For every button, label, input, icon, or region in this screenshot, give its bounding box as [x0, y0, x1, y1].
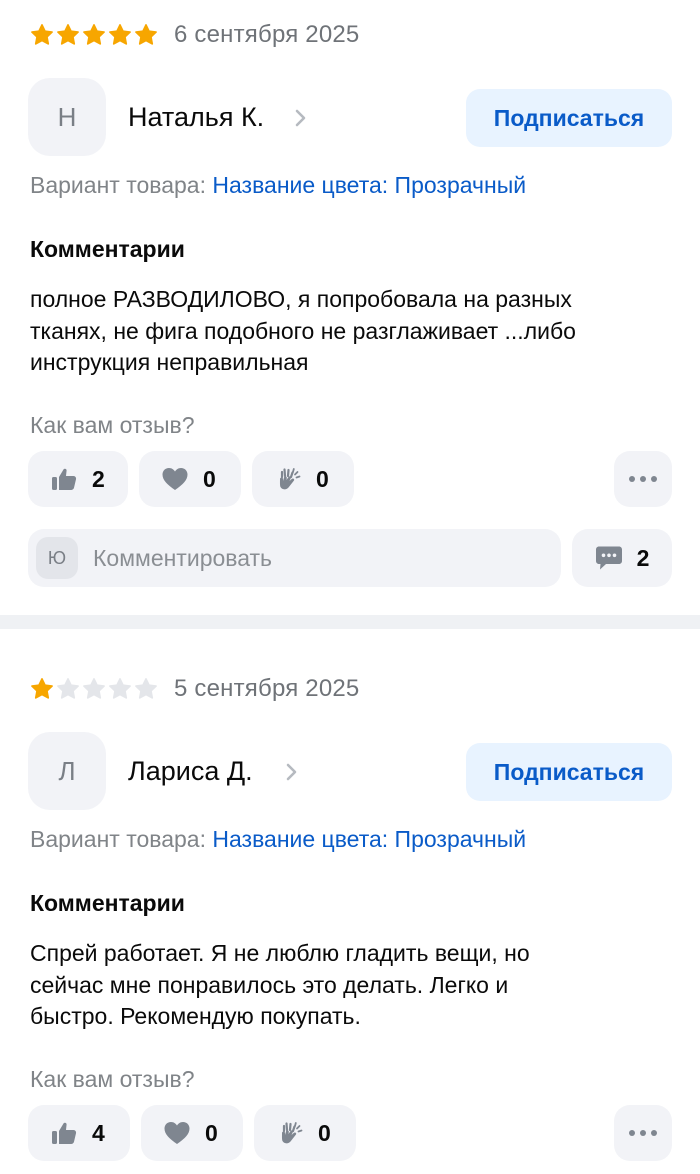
feedback-question: Как вам отзыв? — [30, 412, 195, 438]
more-button[interactable] — [614, 1105, 672, 1161]
rating-row: 6 сентября 2025 — [30, 20, 359, 50]
comment-placeholder: Комментировать — [93, 544, 273, 571]
author-row: Н Наталья К. Подписаться — [28, 78, 672, 158]
heart-button[interactable]: 0 — [141, 1105, 243, 1161]
user-avatar: Ю — [36, 537, 78, 579]
author-name[interactable]: Лариса Д. — [128, 756, 253, 787]
star-filled-icon — [31, 678, 53, 699]
like-button[interactable]: 4 — [28, 1105, 130, 1161]
review-text-line: полное РАЗВОДИЛОВО, я попробовала на раз… — [30, 286, 572, 312]
chevron-right-icon[interactable] — [284, 760, 300, 784]
review-text: Спрей работает. Я не люблю гладить вещи,… — [30, 938, 670, 1033]
clap-icon — [281, 1122, 303, 1144]
star-empty-icon — [109, 678, 131, 699]
clap-icon — [279, 468, 301, 490]
avatar[interactable]: Н — [28, 78, 106, 156]
star-empty-icon — [57, 678, 79, 699]
clap-button[interactable]: 0 — [252, 451, 354, 507]
heart-count: 0 — [203, 465, 216, 492]
variant-label: Вариант товара: — [30, 826, 206, 852]
clap-button[interactable]: 0 — [254, 1105, 356, 1161]
heart-button[interactable]: 0 — [139, 451, 241, 507]
rating-row: 5 сентября 2025 — [30, 674, 359, 704]
comment-row: Ю Комментировать 2 — [28, 529, 672, 587]
comment-title: Комментарии — [30, 890, 185, 916]
author-row: Л Лариса Д. Подписаться — [28, 732, 672, 812]
section-divider — [0, 615, 700, 629]
clap-count: 0 — [318, 1119, 331, 1146]
author-name[interactable]: Наталья К. — [128, 102, 264, 133]
star-rating — [30, 677, 158, 701]
chat-bubble-icon — [595, 546, 622, 570]
comments-button[interactable]: 2 — [572, 529, 672, 587]
star-filled-icon — [83, 24, 105, 45]
more-horizontal-icon — [629, 1130, 657, 1136]
review-date: 5 сентября 2025 — [174, 675, 360, 702]
like-count: 4 — [92, 1119, 105, 1146]
like-count: 2 — [92, 465, 105, 492]
more-button[interactable] — [614, 451, 672, 507]
feedback-question: Как вам отзыв? — [30, 1066, 195, 1092]
review-text-line: тканях, не фига подобного не разглаживае… — [30, 317, 576, 344]
avatar[interactable]: Л — [28, 732, 106, 810]
chevron-right-icon[interactable] — [293, 106, 309, 130]
clap-count: 0 — [316, 465, 329, 492]
subscribe-button[interactable]: Подписаться — [466, 743, 672, 801]
star-filled-icon — [109, 24, 131, 45]
variant-value[interactable]: Название цвета: Прозрачный — [212, 172, 526, 198]
reactions-bar: 4 0 0 — [28, 1105, 672, 1161]
star-filled-icon — [31, 24, 53, 45]
comment-title: Комментарии — [30, 236, 185, 262]
like-button[interactable]: 2 — [28, 451, 128, 507]
review-date: 6 сентября 2025 — [174, 21, 360, 48]
subscribe-button[interactable]: Подписаться — [466, 89, 672, 147]
thumbs-up-icon — [52, 468, 77, 490]
review-text-line: сейчас мне понравилось это делать. Легко… — [30, 971, 509, 998]
thumbs-up-icon — [52, 1122, 77, 1144]
product-variant: Вариант товара: Название цвета: Прозрачн… — [30, 172, 526, 199]
review-text-line: инструкция неправильная — [30, 349, 309, 375]
variant-label: Вариант товара: — [30, 172, 206, 198]
star-filled-icon — [135, 24, 157, 45]
review-text-line: быстро. Рекомендую покупать. — [30, 1003, 361, 1029]
star-empty-icon — [135, 678, 157, 699]
star-filled-icon — [57, 24, 79, 45]
heart-icon — [162, 468, 188, 490]
review-text-line: Спрей работает. Я не люблю гладить вещи,… — [30, 940, 530, 966]
heart-count: 0 — [205, 1119, 218, 1146]
star-rating — [30, 23, 158, 47]
reactions-bar: 2 0 0 — [28, 451, 672, 507]
comment-input[interactable]: Ю Комментировать — [28, 529, 561, 587]
more-horizontal-icon — [629, 476, 657, 482]
heart-icon — [164, 1122, 190, 1144]
review-text: полное РАЗВОДИЛОВО, я попробовала на раз… — [30, 284, 670, 379]
star-empty-icon — [83, 678, 105, 699]
product-variant: Вариант товара: Название цвета: Прозрачн… — [30, 826, 526, 853]
comments-count: 2 — [636, 544, 650, 571]
variant-value[interactable]: Название цвета: Прозрачный — [212, 826, 526, 852]
